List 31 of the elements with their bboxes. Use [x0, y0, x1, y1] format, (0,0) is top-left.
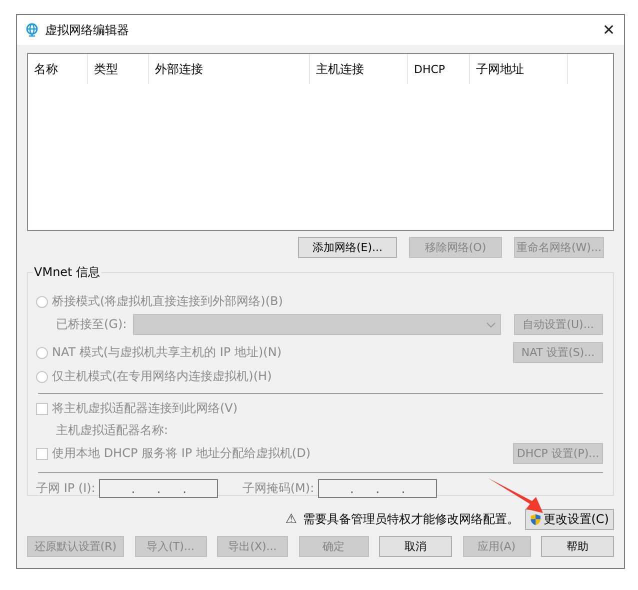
chevron-down-icon — [486, 322, 496, 328]
connect-adapter-label: 将主机虚拟适配器连接到此网络(V) — [52, 400, 239, 417]
subnet-ip-label: 子网 IP (I): — [36, 480, 96, 497]
admin-notice: 需要具备管理员特权才能修改网络配置。 — [303, 511, 519, 528]
adapter-name-label: 主机虚拟适配器名称: — [56, 422, 168, 439]
subnet-mask-field[interactable]: . . . — [318, 479, 438, 498]
subnet-mask-label: 子网掩码(M): — [242, 480, 314, 497]
close-button[interactable]: ✕ — [594, 15, 624, 45]
subnet-ip-field[interactable]: . . . — [99, 479, 218, 498]
column-header[interactable]: 名称 — [28, 54, 88, 84]
bridged-to-label: 已桥接至(G): — [56, 316, 127, 333]
dialog-button[interactable]: 帮助 — [541, 536, 614, 557]
network-list[interactable]: 名称 类型 外部连接 主机连接 DHCP 子网地址 — [27, 53, 614, 231]
host-only-mode-label: 仅主机模式(在专用网络内连接虚拟机)(H) — [52, 368, 273, 385]
shield-icon — [530, 512, 542, 527]
column-header[interactable]: 类型 — [88, 54, 149, 84]
nat-mode-label: NAT 模式(与虚拟机共享主机的 IP 地址)(N) — [52, 344, 283, 361]
column-header[interactable]: 外部连接 — [149, 54, 310, 84]
column-header[interactable]: 主机连接 — [310, 54, 408, 84]
change-settings-button[interactable]: 更改设置(C) — [525, 509, 614, 530]
dialog-button[interactable]: 取消 — [379, 536, 452, 557]
annotation-arrow — [486, 476, 544, 514]
bridged-mode-label: 桥接模式(将虚拟机直接连接到外部网络)(B) — [52, 293, 284, 310]
column-header[interactable]: 子网地址 — [470, 54, 568, 84]
group-title: VMnet 信息 — [33, 264, 102, 281]
list-action-button[interactable]: 添加网络(E)... — [298, 237, 397, 258]
column-header[interactable]: DHCP — [408, 54, 470, 84]
use-dhcp-label: 使用本地 DHCP 服务将 IP 地址分配给虚拟机(D) — [52, 445, 312, 462]
window-title: 虚拟网络编辑器 — [45, 22, 130, 38]
warning-icon: ⚠ — [285, 512, 297, 527]
globe-icon — [25, 23, 39, 37]
